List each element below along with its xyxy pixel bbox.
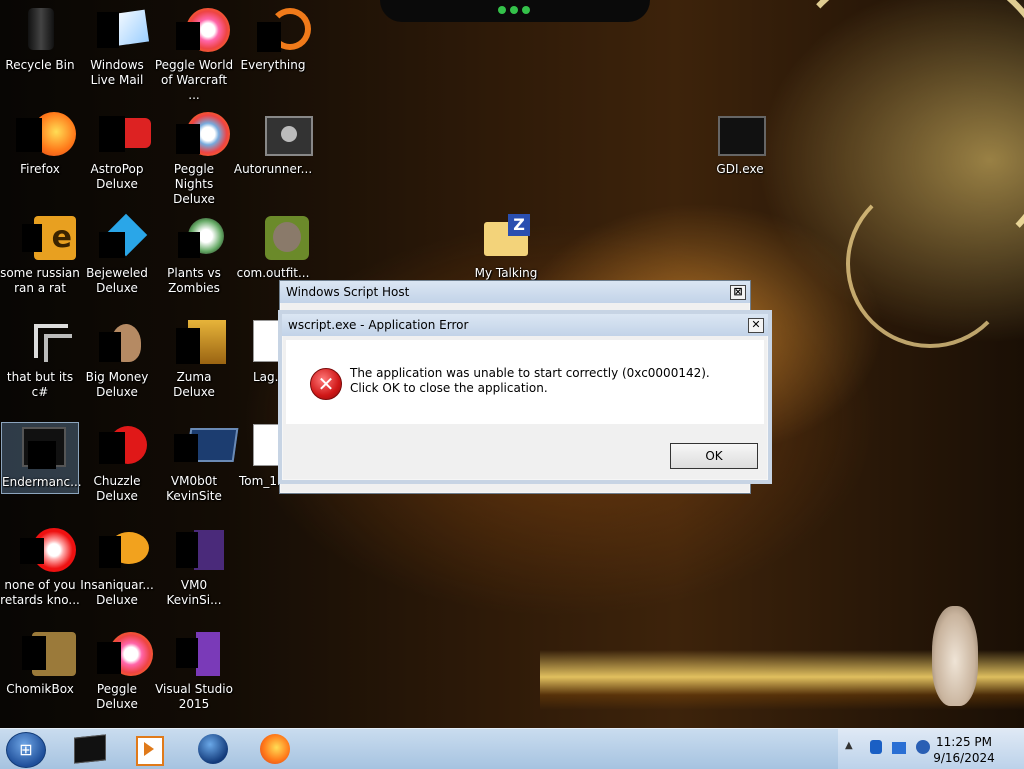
terminal-icon[interactable]	[72, 732, 106, 766]
error-titlebar[interactable]: wscript.exe - Application Error ✕	[282, 314, 768, 336]
talking-tom-icon	[249, 214, 309, 262]
desktop-icon-peggle-wow[interactable]: Peggle World of Warcraft ...	[154, 6, 234, 103]
search-icon	[249, 6, 311, 54]
desktop-icon-astropop[interactable]: AstroPop Deluxe	[77, 110, 157, 192]
desktop-icon-vm0-kevinsi[interactable]: VM0 KevinSi...	[154, 526, 234, 608]
desktop-icon-recycle-bin[interactable]: Recycle Bin	[0, 6, 80, 73]
hamster-image	[932, 606, 978, 706]
wsh-titlebar[interactable]: Windows Script Host ⊠	[280, 281, 750, 303]
recycle-bin-icon	[16, 6, 64, 54]
browser-globe-icon[interactable]	[196, 732, 230, 766]
wsh-title: Windows Script Host	[286, 285, 410, 299]
big-money-icon	[93, 318, 141, 366]
bejeweled-icon	[93, 213, 148, 262]
shortcut-windows-icon	[16, 318, 72, 366]
monitor-icon	[170, 422, 239, 470]
media-player-icon[interactable]	[132, 732, 166, 766]
script-file-icon	[253, 318, 279, 366]
desktop-icon-russian-rat[interactable]: e some russian ran a rat	[0, 214, 80, 296]
mail-icon	[93, 6, 150, 54]
desktop-icon-insaniquarium[interactable]: Insaniquar... Deluxe	[77, 526, 157, 608]
desktop-icon-zuma[interactable]: Zuma Deluxe	[154, 318, 234, 400]
peggle-icon	[170, 110, 230, 158]
desktop-icon-that-but-csharp[interactable]: that but its c#	[0, 318, 80, 400]
error-close-button[interactable]: ✕	[748, 318, 764, 333]
tray-arrow[interactable]: ▲	[845, 740, 853, 751]
zuma-icon	[170, 318, 226, 366]
console-app-icon	[16, 423, 66, 471]
start-button[interactable]: ⊞	[6, 732, 46, 768]
ok-button[interactable]: OK	[670, 443, 758, 469]
camera-icon	[249, 110, 313, 158]
desktop-icon-visual-studio[interactable]: Visual Studio 2015	[154, 630, 234, 712]
desktop-icon-bejeweled[interactable]: Bejeweled Deluxe	[77, 213, 157, 296]
error-title: wscript.exe - Application Error	[288, 318, 469, 332]
plants-icon	[170, 214, 224, 262]
desktop-icon-plants-vs-zombies[interactable]: Plants vs Zombies	[154, 214, 234, 296]
tray-icon-network[interactable]	[892, 742, 906, 754]
desktop-icon-everything[interactable]: Everything	[233, 6, 313, 73]
desktop-icon-chuzzle[interactable]: Chuzzle Deluxe	[77, 422, 157, 504]
clock[interactable]: 11:25 PM 9/16/2024	[924, 734, 1004, 766]
error-message: The application was unable to start corr…	[350, 366, 710, 395]
clock-date: 9/16/2024	[933, 751, 995, 765]
desktop-icon-peggle-nights[interactable]: Peggle Nights Deluxe	[154, 110, 234, 207]
zip-folder-icon: Z	[482, 214, 530, 262]
desktop-icon-autorunner[interactable]: Autorunner...	[233, 110, 313, 177]
desktop-icon-vm0b0t-kevinsite[interactable]: VM0b0t KevinSite	[154, 422, 239, 504]
desktop-icon-endermanc[interactable]: Endermanc...	[1, 422, 82, 494]
desktop-icon-lag[interactable]: Lag...	[233, 318, 279, 385]
wsh-close-button[interactable]: ⊠	[730, 285, 746, 300]
desktop-icon-big-money[interactable]: Big Money Deluxe	[77, 318, 157, 400]
peggle-icon	[170, 6, 230, 54]
tray-icon-bluetooth[interactable]	[870, 740, 882, 754]
clock-time: 11:25 PM	[936, 735, 992, 749]
chomikbox-icon	[16, 630, 76, 678]
fish-icon	[93, 526, 149, 574]
peggle-icon	[93, 630, 153, 678]
desktop-icon-gdi-exe[interactable]: GDI.exe	[700, 110, 780, 177]
desktop-icon-tom[interactable]: Tom_1...	[233, 422, 279, 489]
wallpaper-swirl-lower	[846, 180, 1014, 348]
desktop-icon-chomikbox[interactable]: ChomikBox	[0, 630, 80, 697]
desktop-icon-com-outfit[interactable]: com.outfit...	[233, 214, 313, 281]
error-icon: ✕	[310, 368, 342, 400]
console-app-icon	[716, 110, 766, 158]
script-file-icon	[253, 422, 279, 470]
desktop-icon-none-of-you[interactable]: none of you retards kno...	[0, 526, 80, 608]
chuzzle-icon	[93, 422, 147, 470]
desktop-icon-firefox[interactable]: Firefox	[0, 110, 80, 177]
error-dialog[interactable]: wscript.exe - Application Error ✕ ✕ The …	[278, 310, 772, 484]
browser-icon	[16, 526, 76, 574]
top-gadget	[380, 0, 650, 22]
desktop-icon-peggle-deluxe[interactable]: Peggle Deluxe	[77, 630, 157, 712]
firefox-icon	[16, 110, 76, 158]
error-message-area: ✕ The application was unable to start co…	[286, 340, 764, 424]
firefox-icon[interactable]	[258, 732, 292, 766]
visual-studio-icon	[170, 630, 220, 678]
desktop-icon-my-talking[interactable]: Z My Talking	[466, 214, 546, 281]
text-document-icon: e	[16, 214, 76, 262]
astropop-icon	[93, 110, 151, 158]
file-icon	[170, 526, 224, 574]
desktop-icon-windows-live-mail[interactable]: Windows Live Mail	[77, 6, 157, 88]
